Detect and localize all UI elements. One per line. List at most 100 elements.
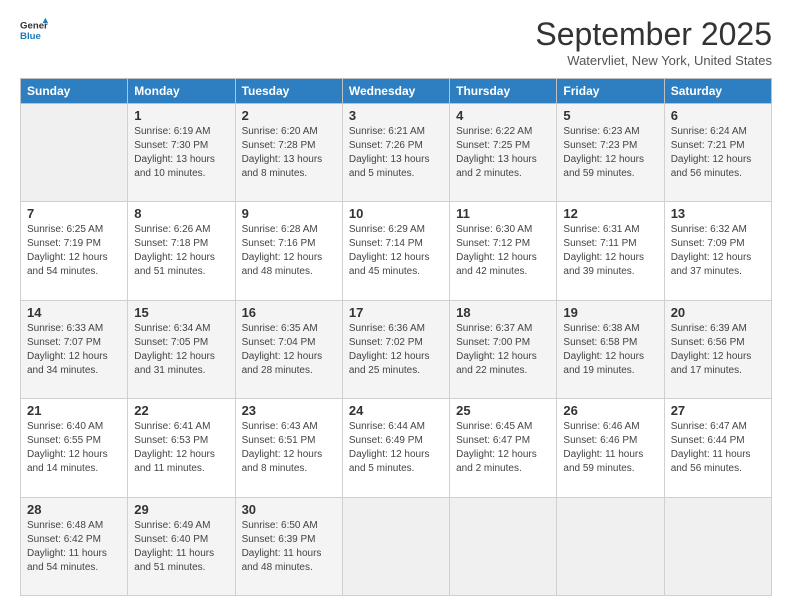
day-info: Sunrise: 6:36 AMSunset: 7:02 PMDaylight:…: [349, 322, 443, 378]
day-info: Sunrise: 6:35 AMSunset: 7:04 PMDaylight:…: [242, 322, 336, 378]
table-row: 22Sunrise: 6:41 AMSunset: 6:53 PMDayligh…: [128, 399, 235, 497]
day-number: 8: [134, 206, 228, 221]
day-info: Sunrise: 6:49 AMSunset: 6:40 PMDaylight:…: [134, 519, 228, 575]
header-friday: Friday: [557, 79, 664, 104]
table-row: 20 Sunrise: 6:39 AMSunset: 6:56 PMDayligh…: [664, 300, 771, 398]
day-number: 9: [242, 206, 336, 221]
day-number: 23: [242, 403, 336, 418]
day-number: 10: [349, 206, 443, 221]
day-info: Sunrise: 6:23 AMSunset: 7:23 PMDaylight:…: [563, 125, 657, 181]
table-row: 26 Sunrise: 6:46 AMSunset: 6:46 PMDayligh…: [557, 399, 664, 497]
day-info: Sunrise: 6:50 AMSunset: 6:39 PMDaylight:…: [242, 519, 336, 575]
table-row: 14Sunrise: 6:33 AMSunset: 7:07 PMDayligh…: [21, 300, 128, 398]
calendar-week-row: 7 Sunrise: 6:25 AMSunset: 7:19 PMDaylight…: [21, 202, 772, 300]
day-info: Sunrise: 6:37 AMSunset: 7:00 PMDaylight:…: [456, 322, 550, 378]
calendar-header-row: Sunday Monday Tuesday Wednesday Thursday…: [21, 79, 772, 104]
location: Watervliet, New York, United States: [535, 53, 772, 68]
day-info: Sunrise: 6:43 AMSunset: 6:51 PMDaylight:…: [242, 420, 336, 476]
day-info: Sunrise: 6:45 AMSunset: 6:47 PMDaylight:…: [456, 420, 550, 476]
day-info: Sunrise: 6:41 AMSunset: 6:53 PMDaylight:…: [134, 420, 228, 476]
day-info: Sunrise: 6:21 AMSunset: 7:26 PMDaylight:…: [349, 125, 443, 181]
header-thursday: Thursday: [450, 79, 557, 104]
title-block: September 2025 Watervliet, New York, Uni…: [535, 16, 772, 68]
logo: General Blue: [20, 16, 48, 44]
table-row: [557, 497, 664, 595]
day-info: Sunrise: 6:19 AMSunset: 7:30 PMDaylight:…: [134, 125, 228, 181]
day-number: 26: [563, 403, 657, 418]
calendar-week-row: 21 Sunrise: 6:40 AMSunset: 6:55 PMDayligh…: [21, 399, 772, 497]
table-row: 7 Sunrise: 6:25 AMSunset: 7:19 PMDaylight…: [21, 202, 128, 300]
day-info: Sunrise: 6:31 AMSunset: 7:11 PMDaylight:…: [563, 223, 657, 279]
table-row: [664, 497, 771, 595]
day-info: Sunrise: 6:30 AMSunset: 7:12 PMDaylight:…: [456, 223, 550, 279]
calendar-week-row: 28 Sunrise: 6:48 AMSunset: 6:42 PMDayligh…: [21, 497, 772, 595]
day-number: 11: [456, 206, 550, 221]
table-row: 11 Sunrise: 6:30 AMSunset: 7:12 PMDayligh…: [450, 202, 557, 300]
day-number: 5: [563, 108, 657, 123]
day-number: 13: [671, 206, 765, 221]
day-info: Sunrise: 6:39 AMSunset: 6:56 PMDaylight:…: [671, 322, 765, 378]
table-row: 23 Sunrise: 6:43 AMSunset: 6:51 PMDayligh…: [235, 399, 342, 497]
table-row: 24 Sunrise: 6:44 AMSunset: 6:49 PMDayligh…: [342, 399, 449, 497]
day-number: 12: [563, 206, 657, 221]
day-info: Sunrise: 6:44 AMSunset: 6:49 PMDaylight:…: [349, 420, 443, 476]
day-number: 20: [671, 305, 765, 320]
day-info: Sunrise: 6:22 AMSunset: 7:25 PMDaylight:…: [456, 125, 550, 181]
calendar-week-row: 14Sunrise: 6:33 AMSunset: 7:07 PMDayligh…: [21, 300, 772, 398]
table-row: 10 Sunrise: 6:29 AMSunset: 7:14 PMDayligh…: [342, 202, 449, 300]
day-number: 29: [134, 502, 228, 517]
table-row: 1 Sunrise: 6:19 AMSunset: 7:30 PMDaylight…: [128, 104, 235, 202]
table-row: 15 Sunrise: 6:34 AMSunset: 7:05 PMDayligh…: [128, 300, 235, 398]
table-row: 9 Sunrise: 6:28 AMSunset: 7:16 PMDaylight…: [235, 202, 342, 300]
table-row: [450, 497, 557, 595]
calendar-week-row: 1 Sunrise: 6:19 AMSunset: 7:30 PMDaylight…: [21, 104, 772, 202]
day-info: Sunrise: 6:25 AMSunset: 7:19 PMDaylight:…: [27, 223, 121, 279]
table-row: 18 Sunrise: 6:37 AMSunset: 7:00 PMDayligh…: [450, 300, 557, 398]
table-row: 29 Sunrise: 6:49 AMSunset: 6:40 PMDayligh…: [128, 497, 235, 595]
header: General Blue September 2025 Watervliet, …: [20, 16, 772, 68]
table-row: [342, 497, 449, 595]
day-number: 4: [456, 108, 550, 123]
table-row: 25 Sunrise: 6:45 AMSunset: 6:47 PMDayligh…: [450, 399, 557, 497]
day-info: Sunrise: 6:38 AMSunset: 6:58 PMDaylight:…: [563, 322, 657, 378]
day-info: Sunrise: 6:24 AMSunset: 7:21 PMDaylight:…: [671, 125, 765, 181]
day-number: 27: [671, 403, 765, 418]
header-tuesday: Tuesday: [235, 79, 342, 104]
day-info: Sunrise: 6:26 AMSunset: 7:18 PMDaylight:…: [134, 223, 228, 279]
day-info: Sunrise: 6:47 AMSunset: 6:44 PMDaylight:…: [671, 420, 765, 476]
table-row: 30 Sunrise: 6:50 AMSunset: 6:39 PMDayligh…: [235, 497, 342, 595]
day-info: Sunrise: 6:33 AMSunset: 7:07 PMDaylight:…: [27, 322, 121, 378]
day-number: 2: [242, 108, 336, 123]
day-number: 25: [456, 403, 550, 418]
day-number: 18: [456, 305, 550, 320]
day-info: Sunrise: 6:46 AMSunset: 6:46 PMDaylight:…: [563, 420, 657, 476]
month-title: September 2025: [535, 16, 772, 53]
day-number: 24: [349, 403, 443, 418]
header-sunday: Sunday: [21, 79, 128, 104]
day-number: 1: [134, 108, 228, 123]
day-info: Sunrise: 6:28 AMSunset: 7:16 PMDaylight:…: [242, 223, 336, 279]
table-row: 5 Sunrise: 6:23 AMSunset: 7:23 PMDaylight…: [557, 104, 664, 202]
day-info: Sunrise: 6:40 AMSunset: 6:55 PMDaylight:…: [27, 420, 121, 476]
day-info: Sunrise: 6:34 AMSunset: 7:05 PMDaylight:…: [134, 322, 228, 378]
day-number: 19: [563, 305, 657, 320]
table-row: 21 Sunrise: 6:40 AMSunset: 6:55 PMDayligh…: [21, 399, 128, 497]
header-monday: Monday: [128, 79, 235, 104]
day-number: 7: [27, 206, 121, 221]
day-number: 6: [671, 108, 765, 123]
day-number: 21: [27, 403, 121, 418]
table-row: 28 Sunrise: 6:48 AMSunset: 6:42 PMDayligh…: [21, 497, 128, 595]
table-row: 19 Sunrise: 6:38 AMSunset: 6:58 PMDayligh…: [557, 300, 664, 398]
day-number: 16: [242, 305, 336, 320]
logo-icon: General Blue: [20, 16, 48, 44]
table-row: 12 Sunrise: 6:31 AMSunset: 7:11 PMDayligh…: [557, 202, 664, 300]
day-number: 15: [134, 305, 228, 320]
table-row: 4 Sunrise: 6:22 AMSunset: 7:25 PMDaylight…: [450, 104, 557, 202]
svg-text:Blue: Blue: [20, 31, 41, 42]
day-number: 30: [242, 502, 336, 517]
table-row: 17Sunrise: 6:36 AMSunset: 7:02 PMDayligh…: [342, 300, 449, 398]
day-info: Sunrise: 6:29 AMSunset: 7:14 PMDaylight:…: [349, 223, 443, 279]
day-number: 28: [27, 502, 121, 517]
day-info: Sunrise: 6:48 AMSunset: 6:42 PMDaylight:…: [27, 519, 121, 575]
calendar-table: Sunday Monday Tuesday Wednesday Thursday…: [20, 78, 772, 596]
